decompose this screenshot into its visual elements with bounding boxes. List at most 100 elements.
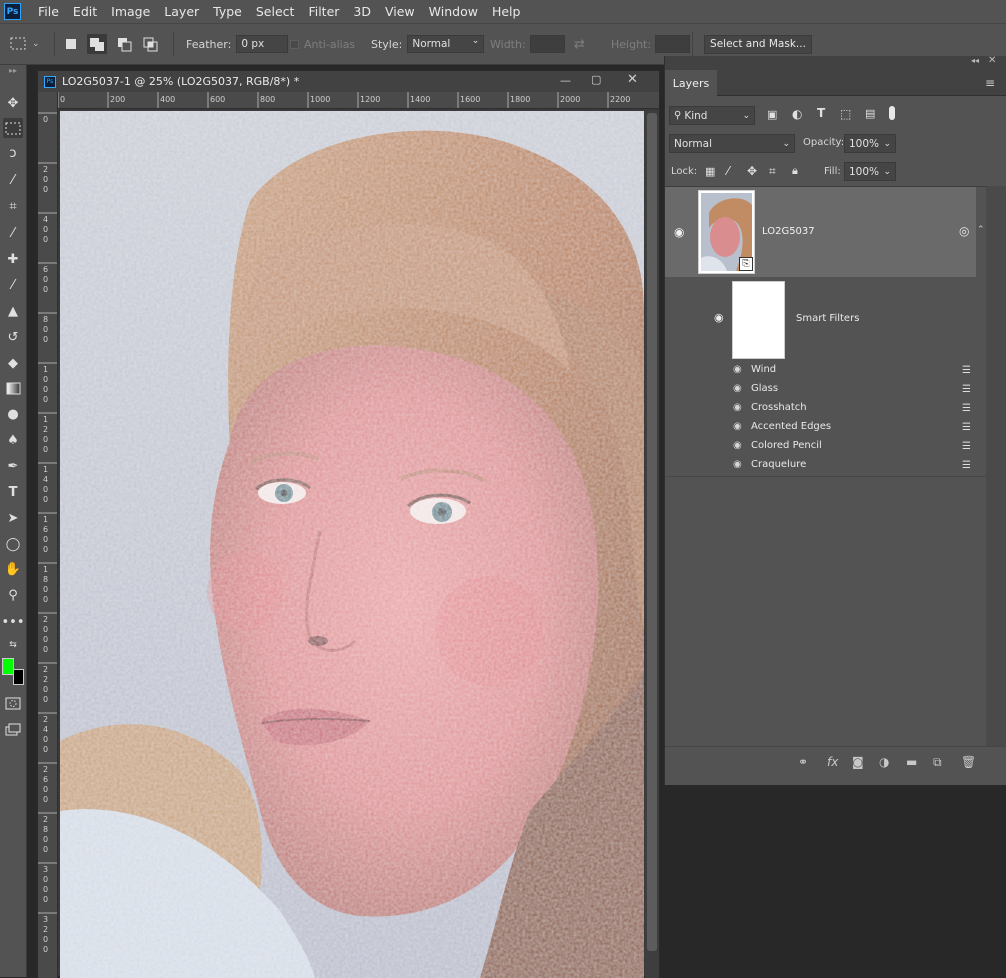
- lock-pixels-icon[interactable]: ⁄: [727, 164, 729, 178]
- menu-image[interactable]: Image: [104, 0, 157, 23]
- collapse-panels-icon[interactable]: ◂◂: [971, 56, 979, 65]
- ruler-horizontal[interactable]: 0 200 400 600 800 1000 1200 1400 1600 18…: [58, 92, 659, 109]
- new-selection-icon[interactable]: [66, 39, 76, 49]
- opacity-input[interactable]: 100% ⌄: [844, 134, 896, 153]
- swap-colors-icon[interactable]: ⇆: [3, 638, 23, 652]
- layer-thumbnail[interactable]: ⎘: [698, 190, 755, 274]
- gradient-tool-icon[interactable]: [3, 378, 23, 398]
- blur-tool-icon[interactable]: ●: [3, 404, 23, 424]
- lock-all-icon[interactable]: 🔒︎: [792, 164, 798, 178]
- smart-filters-row[interactable]: ◉ Smart Filters: [695, 278, 986, 360]
- filter-options-icon[interactable]: ☰: [962, 384, 971, 395]
- close-icon[interactable]: ✕: [627, 72, 638, 87]
- filter-row-craquelure[interactable]: ◉ Craquelure ☰: [665, 456, 986, 475]
- feather-input[interactable]: 0 px: [236, 35, 289, 53]
- eraser-tool-icon[interactable]: ◆: [3, 353, 23, 373]
- smart-filter-mask[interactable]: [732, 281, 785, 359]
- image-canvas[interactable]: [60, 111, 644, 978]
- antialias-checkbox[interactable]: [290, 39, 299, 49]
- trash-icon[interactable]: 🗑︎: [961, 755, 976, 769]
- minimize-icon[interactable]: —: [560, 74, 571, 87]
- smart-object-filter-icon[interactable]: ▤: [865, 107, 875, 120]
- select-and-mask-button[interactable]: Select and Mask...: [704, 34, 812, 54]
- filter-row-wind[interactable]: ◉ Wind ☰: [665, 361, 986, 380]
- kind-filter-select[interactable]: ⚲ Kind ⌄: [669, 106, 755, 125]
- filter-options-icon[interactable]: ☰: [962, 403, 971, 414]
- menu-view[interactable]: View: [378, 0, 422, 23]
- layers-scrollbar[interactable]: [986, 186, 1006, 746]
- blend-mode-select[interactable]: Normal ⌄: [669, 134, 795, 153]
- menu-help[interactable]: Help: [485, 0, 528, 23]
- add-mask-icon[interactable]: ◙: [852, 755, 864, 769]
- more-tools-icon[interactable]: •••: [2, 612, 25, 632]
- height-input[interactable]: [655, 35, 691, 53]
- new-adjustment-icon[interactable]: ◑: [879, 755, 889, 769]
- fx-icon[interactable]: fx: [827, 755, 838, 769]
- lasso-tool-icon[interactable]: ↄ: [3, 143, 23, 163]
- background-color-swatch[interactable]: [13, 669, 24, 685]
- menu-select[interactable]: Select: [249, 0, 302, 23]
- menu-type[interactable]: Type: [206, 0, 249, 23]
- tool-preset-picker[interactable]: ⌄: [10, 24, 40, 64]
- ellipse-tool-icon[interactable]: ◯: [3, 534, 23, 554]
- eye-icon[interactable]: ◉: [733, 364, 742, 375]
- new-group-icon[interactable]: ▬: [906, 755, 917, 769]
- tab-layers[interactable]: Layers: [665, 70, 717, 96]
- zoom-tool-icon[interactable]: ⚲: [3, 585, 23, 605]
- intersect-selection-icon[interactable]: [143, 37, 158, 52]
- filter-options-icon[interactable]: ☰: [962, 365, 971, 376]
- style-select[interactable]: Normal ⌄: [407, 35, 485, 53]
- eye-icon[interactable]: ◉: [733, 459, 742, 470]
- swap-icon[interactable]: ⇄: [574, 37, 585, 52]
- link-layers-icon[interactable]: ⚭: [798, 755, 808, 769]
- eyedropper-tool-icon[interactable]: ⁄: [3, 223, 23, 243]
- hand-tool-icon[interactable]: ✋: [3, 559, 23, 579]
- filter-options-icon[interactable]: ☰: [962, 422, 971, 433]
- menu-3d[interactable]: 3D: [346, 0, 378, 23]
- filter-options-icon[interactable]: ☰: [962, 441, 971, 452]
- new-layer-icon[interactable]: ⧉: [933, 755, 942, 770]
- move-tool-icon[interactable]: ✥: [3, 93, 23, 113]
- vertical-scrollbar[interactable]: [645, 111, 659, 978]
- type-filter-icon[interactable]: T: [817, 106, 825, 120]
- subtract-selection-icon[interactable]: [118, 38, 132, 52]
- filter-row-crosshatch[interactable]: ◉ Crosshatch ☰: [665, 399, 986, 418]
- ruler-vertical[interactable]: 0 2 0 0 4 0 0 6 0 0 8 0 0 1 0 0 0 1 2 0 …: [38, 92, 58, 978]
- lock-position-icon[interactable]: ✥: [747, 164, 757, 178]
- magic-wand-tool-icon[interactable]: ⁄: [3, 170, 23, 190]
- brush-tool-icon[interactable]: ⁄: [3, 275, 23, 295]
- app-logo[interactable]: Ps: [4, 3, 21, 20]
- filter-options-icon[interactable]: ☰: [962, 460, 971, 471]
- adjustment-filter-icon[interactable]: ◐: [792, 107, 802, 121]
- history-brush-tool-icon[interactable]: ↺: [3, 327, 23, 347]
- dodge-tool-icon[interactable]: ♠: [3, 430, 23, 450]
- width-input[interactable]: [529, 35, 565, 53]
- smart-filter-toggle-icon[interactable]: ◎: [959, 224, 969, 238]
- filter-row-glass[interactable]: ◉ Glass ☰: [665, 380, 986, 399]
- menu-layer[interactable]: Layer: [157, 0, 206, 23]
- type-tool-icon[interactable]: T: [3, 482, 23, 502]
- close-panel-icon[interactable]: ✕: [988, 55, 996, 66]
- layer-name[interactable]: LO2G5037: [762, 226, 815, 237]
- lock-artboard-icon[interactable]: ⌗: [769, 164, 776, 179]
- scrollbar-thumb[interactable]: [647, 113, 657, 951]
- lock-transparent-icon[interactable]: ▦: [705, 165, 715, 178]
- pixel-filter-icon[interactable]: ▣: [767, 108, 777, 121]
- fill-input[interactable]: 100% ⌄: [844, 162, 896, 181]
- menu-edit[interactable]: Edit: [66, 0, 104, 23]
- eye-icon[interactable]: ◉: [674, 225, 684, 239]
- filter-toggle[interactable]: [889, 106, 895, 120]
- eye-icon[interactable]: ◉: [714, 311, 724, 324]
- menu-filter[interactable]: Filter: [301, 0, 346, 23]
- eye-icon[interactable]: ◉: [733, 402, 742, 413]
- menu-window[interactable]: Window: [422, 0, 485, 23]
- shape-filter-icon[interactable]: ⬚: [840, 107, 851, 121]
- menu-file[interactable]: File: [31, 0, 66, 23]
- maximize-icon[interactable]: ▢: [591, 73, 601, 86]
- screen-mode-icon[interactable]: [3, 719, 23, 739]
- crop-tool-icon[interactable]: ⌗: [3, 196, 23, 216]
- eye-icon[interactable]: ◉: [733, 421, 742, 432]
- collapse-arrow-icon[interactable]: ⌃: [977, 225, 985, 235]
- path-selection-tool-icon[interactable]: ➤: [3, 508, 23, 528]
- toolbar-collapse-icon[interactable]: ▸▸: [3, 66, 23, 75]
